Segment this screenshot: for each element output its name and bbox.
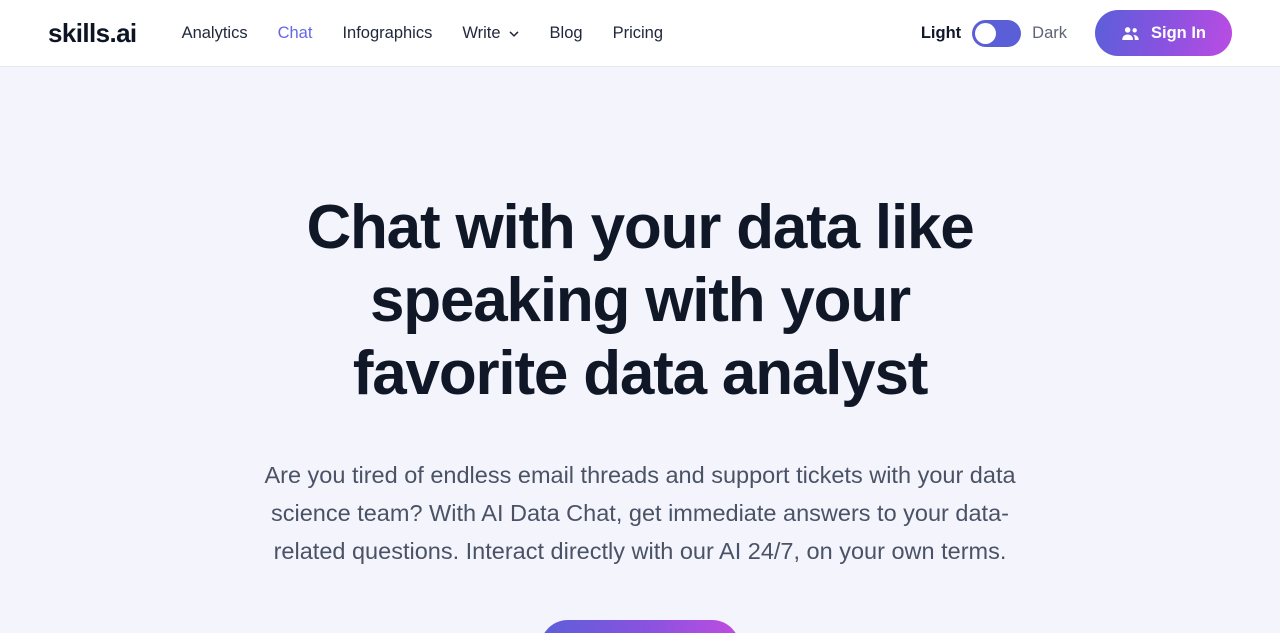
hero-cta-button[interactable] xyxy=(540,620,740,633)
nav-item-pricing[interactable]: Pricing xyxy=(613,24,663,43)
theme-toggle[interactable] xyxy=(972,19,1022,47)
users-icon xyxy=(1121,24,1140,43)
main-navigation: Analytics Chat Infographics Write Blog P… xyxy=(182,24,663,43)
nav-item-chat[interactable]: Chat xyxy=(278,24,313,43)
sign-in-button[interactable]: Sign In xyxy=(1095,10,1232,56)
nav-item-label: Infographics xyxy=(342,23,433,42)
nav-item-label: Analytics xyxy=(181,23,248,42)
theme-label-light: Light xyxy=(920,23,962,42)
theme-switcher: Light Dark xyxy=(920,19,1067,47)
cta-container xyxy=(0,620,1280,633)
nav-item-write[interactable]: Write xyxy=(462,24,519,43)
nav-item-blog[interactable]: Blog xyxy=(550,24,583,43)
header-actions: Light Dark Sign In xyxy=(921,10,1232,56)
sign-in-label: Sign In xyxy=(1151,23,1206,42)
theme-label-dark: Dark xyxy=(1032,23,1067,42)
nav-item-infographics[interactable]: Infographics xyxy=(342,24,432,43)
nav-item-label: Blog xyxy=(549,23,583,42)
nav-item-label: Pricing xyxy=(612,23,664,42)
logo[interactable]: skills.ai xyxy=(48,18,137,49)
hero-section: Chat with your data like speaking with y… xyxy=(0,67,1280,633)
nav-item-analytics[interactable]: Analytics xyxy=(182,24,248,43)
nav-item-label: Write xyxy=(462,23,501,42)
theme-toggle-knob xyxy=(975,22,997,44)
page-title: Chat with your data like speaking with y… xyxy=(306,193,974,408)
hero-subtitle: Are you tired of endless email threads a… xyxy=(264,462,1016,564)
nav-item-label: Chat xyxy=(277,23,313,42)
chevron-down-icon xyxy=(508,28,520,40)
site-header: skills.ai Analytics Chat Infographics Wr… xyxy=(0,0,1280,67)
